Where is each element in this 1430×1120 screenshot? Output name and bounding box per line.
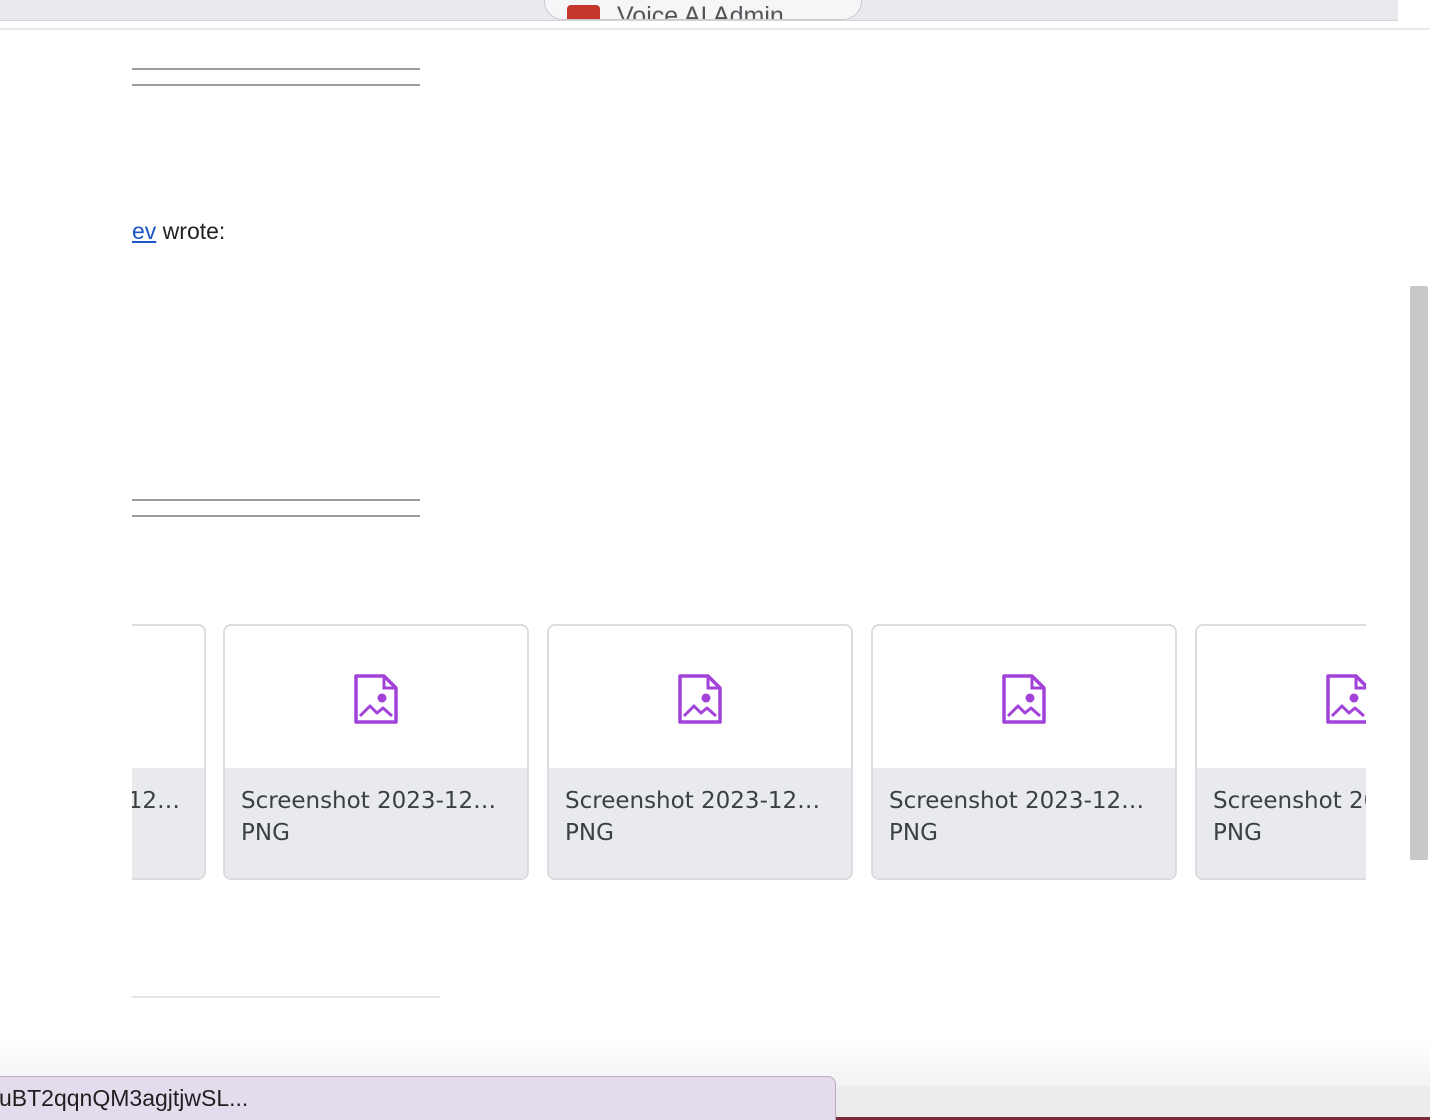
attachment-info: Screenshot 20 PNG <box>1197 768 1366 878</box>
image-file-icon <box>1002 674 1046 724</box>
attachment-name: Screenshot 2023-12… <box>889 788 1145 814</box>
browser-tab-strip: Voice AI Admin <box>0 0 1398 21</box>
separator-line <box>132 84 420 86</box>
attachment-info: Screenshot 2023-12… PNG <box>873 768 1175 878</box>
attachment-thumbnail <box>873 626 1175 768</box>
attachment-card[interactable]: Screenshot 20 PNG <box>1195 624 1366 880</box>
attachment-name: Screenshot 20 <box>1213 788 1366 814</box>
attachment-info: Screenshot 2023-12… PNG <box>225 768 527 878</box>
status-url-text: uBT2qqnQM3agjtjwSL... <box>0 1085 249 1111</box>
attachment-card[interactable]: Screenshot 2023-12… PNG <box>871 624 1177 880</box>
quote-separator-top <box>132 68 420 87</box>
separator-line <box>132 515 420 517</box>
attachment-card[interactable]: 12… <box>132 624 206 880</box>
attachment-thumbnail <box>225 626 527 768</box>
attachments-strip[interactable]: 12… Screenshot 2023-12… PNG Screenshot 2… <box>132 622 1366 884</box>
attachment-info: 12… <box>132 768 204 878</box>
attachment-type: PNG <box>1213 820 1262 846</box>
image-file-icon <box>1326 674 1366 724</box>
separator-line <box>132 499 420 501</box>
attachment-card[interactable]: Screenshot 2023-12… PNG <box>547 624 853 880</box>
quote-attribution: ev wrote: <box>132 214 225 248</box>
attachment-name: Screenshot 2023-12… <box>565 788 821 814</box>
attachment-name: 12… <box>132 788 180 814</box>
wrote-label: wrote: <box>156 218 226 244</box>
toolbar-divider <box>0 28 1430 30</box>
page-root: Voice AI Admin ev wrote: 12… Screenshot … <box>0 0 1430 1120</box>
tab-title: Voice AI Admin <box>617 2 784 20</box>
separator-line <box>132 68 420 70</box>
attachment-info: Screenshot 2023-12… PNG <box>549 768 851 878</box>
content-divider <box>132 996 440 998</box>
image-file-icon <box>354 674 398 724</box>
tab-favicon-icon <box>567 5 600 19</box>
attachment-type: PNG <box>889 820 938 846</box>
attachment-type: PNG <box>241 820 290 846</box>
status-url-bubble: uBT2qqnQM3agjtjwSL... <box>0 1076 836 1120</box>
attachment-thumbnail <box>1197 626 1366 768</box>
tab-strip-corner <box>1398 0 1430 20</box>
attachment-thumbnail <box>132 626 204 768</box>
attachment-name: Screenshot 2023-12… <box>241 788 497 814</box>
browser-tab[interactable]: Voice AI Admin <box>544 0 862 20</box>
image-file-icon <box>678 674 722 724</box>
quote-author-link[interactable]: ev <box>132 218 156 244</box>
attachment-type: PNG <box>565 820 614 846</box>
attachment-card[interactable]: Screenshot 2023-12… PNG <box>223 624 529 880</box>
attachment-thumbnail <box>549 626 851 768</box>
window-frame-bottom <box>836 1086 1430 1120</box>
quote-separator-bottom <box>132 499 420 518</box>
vertical-scrollbar-thumb[interactable] <box>1410 286 1428 860</box>
